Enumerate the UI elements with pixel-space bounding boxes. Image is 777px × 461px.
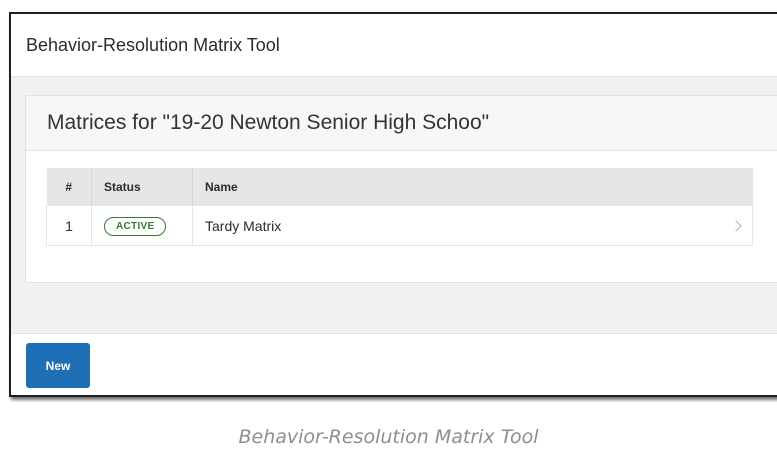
- table-header-row: # Status Name: [46, 168, 753, 206]
- card-title: Matrices for "19-20 Newton Senior High S…: [47, 111, 490, 134]
- row-name: Tardy Matrix: [205, 217, 282, 234]
- row-number: 1: [46, 206, 92, 246]
- figure-caption: Behavior-Resolution Matrix Tool: [238, 426, 539, 448]
- matrices-table: # Status Name 1 ACTIVE Tardy Matrix: [46, 168, 753, 246]
- column-header-name[interactable]: Name: [192, 168, 753, 206]
- chevron-right-icon[interactable]: [730, 219, 742, 232]
- column-header-number[interactable]: #: [46, 168, 92, 206]
- app-window: Behavior-Resolution Matrix Tool Matrices…: [9, 12, 777, 397]
- content-area: Matrices for "19-20 Newton Senior High S…: [11, 77, 777, 334]
- table-row[interactable]: 1 ACTIVE Tardy Matrix: [46, 206, 753, 246]
- app-header: Behavior-Resolution Matrix Tool: [11, 14, 777, 77]
- column-header-status[interactable]: Status: [91, 168, 193, 206]
- action-bar: New: [11, 334, 777, 395]
- app-title: Behavior-Resolution Matrix Tool: [26, 35, 280, 55]
- card-header: Matrices for "19-20 Newton Senior High S…: [26, 96, 777, 151]
- row-name-cell: Tardy Matrix: [192, 206, 753, 246]
- matrices-card: Matrices for "19-20 Newton Senior High S…: [25, 95, 777, 283]
- row-status-cell: ACTIVE: [91, 206, 193, 246]
- new-button[interactable]: New: [26, 343, 90, 388]
- status-badge: ACTIVE: [104, 216, 167, 236]
